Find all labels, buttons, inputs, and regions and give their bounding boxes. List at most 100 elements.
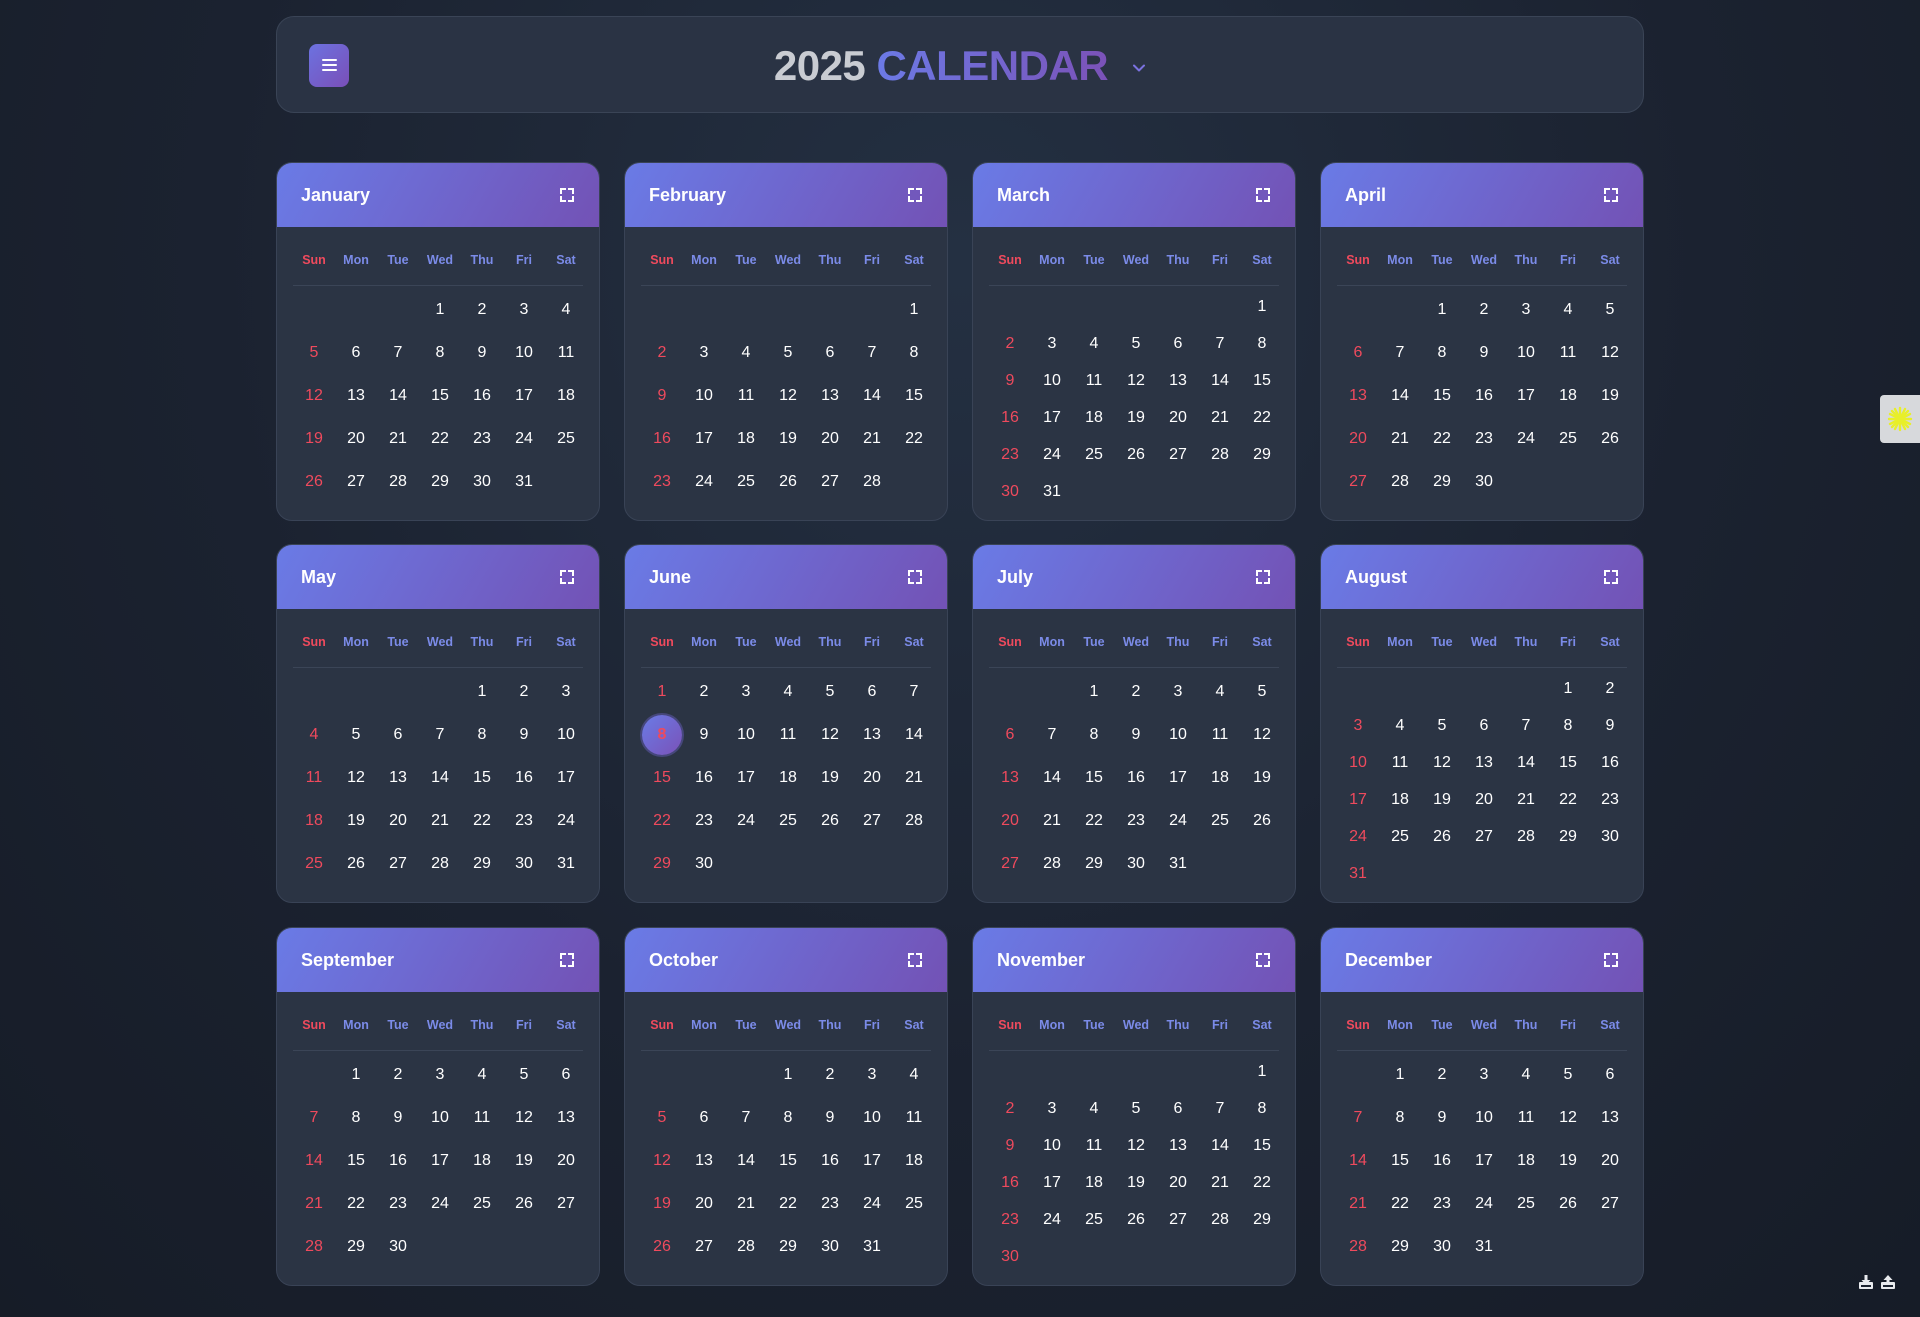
day-cell[interactable]: 28 (851, 460, 893, 503)
day-cell[interactable]: 30 (461, 460, 503, 503)
day-cell[interactable]: 30 (1421, 1225, 1463, 1268)
day-cell[interactable]: 8 (419, 331, 461, 374)
day-cell[interactable]: 21 (1199, 399, 1241, 436)
day-cell[interactable]: 13 (335, 374, 377, 417)
day-cell[interactable]: 2 (1421, 1053, 1463, 1096)
day-cell[interactable]: 28 (1199, 1201, 1241, 1238)
day-cell[interactable]: 25 (293, 842, 335, 885)
day-cell[interactable]: 31 (1337, 855, 1379, 892)
day-cell[interactable]: 16 (377, 1139, 419, 1182)
day-cell[interactable]: 27 (851, 799, 893, 842)
day-cell[interactable]: 25 (545, 417, 587, 460)
day-cell[interactable]: 19 (1115, 1164, 1157, 1201)
day-cell[interactable]: 24 (683, 460, 725, 503)
day-cell[interactable]: 30 (1589, 818, 1631, 855)
day-cell[interactable]: 14 (419, 756, 461, 799)
day-cell[interactable]: 29 (767, 1225, 809, 1268)
day-cell[interactable]: 13 (1463, 744, 1505, 781)
day-cell[interactable]: 25 (1379, 818, 1421, 855)
day-cell[interactable]: 17 (1031, 399, 1073, 436)
day-cell[interactable]: 12 (1547, 1096, 1589, 1139)
day-cell[interactable]: 7 (1199, 325, 1241, 362)
day-cell[interactable]: 22 (641, 799, 683, 842)
day-cell[interactable]: 12 (1421, 744, 1463, 781)
day-cell[interactable]: 28 (293, 1225, 335, 1268)
day-cell[interactable]: 3 (1031, 325, 1073, 362)
day-cell[interactable]: 17 (851, 1139, 893, 1182)
day-cell[interactable]: 3 (1463, 1053, 1505, 1096)
day-cell[interactable]: 5 (1589, 288, 1631, 331)
day-cell[interactable]: 20 (1589, 1139, 1631, 1182)
day-cell[interactable]: 18 (1547, 374, 1589, 417)
day-cell[interactable]: 9 (683, 713, 725, 756)
day-cell[interactable]: 4 (1505, 1053, 1547, 1096)
day-cell[interactable]: 2 (989, 325, 1031, 362)
day-cell[interactable]: 7 (293, 1096, 335, 1139)
day-cell[interactable]: 21 (851, 417, 893, 460)
day-cell[interactable]: 2 (683, 670, 725, 713)
day-cell[interactable]: 22 (893, 417, 935, 460)
day-cell[interactable]: 10 (419, 1096, 461, 1139)
day-cell[interactable]: 15 (461, 756, 503, 799)
day-cell[interactable]: 10 (1031, 362, 1073, 399)
day-cell[interactable]: 11 (1379, 744, 1421, 781)
day-cell[interactable]: 31 (545, 842, 587, 885)
day-cell[interactable]: 20 (1463, 781, 1505, 818)
day-cell[interactable]: 13 (1157, 1127, 1199, 1164)
day-cell[interactable]: 25 (1073, 436, 1115, 473)
day-cell[interactable]: 18 (1073, 1164, 1115, 1201)
day-cell[interactable]: 27 (545, 1182, 587, 1225)
day-cell[interactable]: 2 (641, 331, 683, 374)
day-cell[interactable]: 13 (851, 713, 893, 756)
day-cell[interactable]: 11 (1505, 1096, 1547, 1139)
day-cell[interactable]: 15 (1547, 744, 1589, 781)
day-cell[interactable]: 3 (1337, 707, 1379, 744)
day-cell[interactable]: 26 (1547, 1182, 1589, 1225)
day-cell[interactable]: 19 (1547, 1139, 1589, 1182)
day-cell[interactable]: 19 (1589, 374, 1631, 417)
day-cell[interactable]: 26 (1115, 436, 1157, 473)
day-cell[interactable]: 16 (989, 399, 1031, 436)
day-cell[interactable]: 16 (809, 1139, 851, 1182)
day-cell[interactable]: 2 (461, 288, 503, 331)
day-cell[interactable]: 12 (641, 1139, 683, 1182)
day-cell[interactable]: 9 (1115, 713, 1157, 756)
day-cell[interactable]: 23 (683, 799, 725, 842)
day-cell[interactable]: 4 (545, 288, 587, 331)
day-cell[interactable]: 25 (1547, 417, 1589, 460)
day-cell-today[interactable]: 8 (641, 713, 683, 756)
day-cell[interactable]: 6 (545, 1053, 587, 1096)
day-cell[interactable]: 23 (809, 1182, 851, 1225)
day-cell[interactable]: 3 (851, 1053, 893, 1096)
day-cell[interactable]: 1 (1547, 670, 1589, 707)
day-cell[interactable]: 29 (1379, 1225, 1421, 1268)
day-cell[interactable]: 15 (335, 1139, 377, 1182)
day-cell[interactable]: 10 (1505, 331, 1547, 374)
day-cell[interactable]: 23 (1589, 781, 1631, 818)
day-cell[interactable]: 17 (503, 374, 545, 417)
day-cell[interactable]: 5 (1241, 670, 1283, 713)
day-cell[interactable]: 7 (851, 331, 893, 374)
expand-icon[interactable] (907, 952, 923, 968)
day-cell[interactable]: 11 (1073, 1127, 1115, 1164)
day-cell[interactable]: 14 (893, 713, 935, 756)
day-cell[interactable]: 1 (1241, 1053, 1283, 1090)
day-cell[interactable]: 12 (809, 713, 851, 756)
day-cell[interactable]: 19 (503, 1139, 545, 1182)
day-cell[interactable]: 4 (1199, 670, 1241, 713)
day-cell[interactable]: 17 (1463, 1139, 1505, 1182)
day-cell[interactable]: 7 (1031, 713, 1073, 756)
day-cell[interactable]: 30 (503, 842, 545, 885)
day-cell[interactable]: 9 (503, 713, 545, 756)
day-cell[interactable]: 20 (545, 1139, 587, 1182)
day-cell[interactable]: 2 (989, 1090, 1031, 1127)
day-cell[interactable]: 10 (725, 713, 767, 756)
day-cell[interactable]: 23 (503, 799, 545, 842)
day-cell[interactable]: 10 (851, 1096, 893, 1139)
day-cell[interactable]: 16 (641, 417, 683, 460)
day-cell[interactable]: 4 (893, 1053, 935, 1096)
day-cell[interactable]: 7 (1505, 707, 1547, 744)
day-cell[interactable]: 3 (545, 670, 587, 713)
day-cell[interactable]: 11 (767, 713, 809, 756)
day-cell[interactable]: 6 (377, 713, 419, 756)
